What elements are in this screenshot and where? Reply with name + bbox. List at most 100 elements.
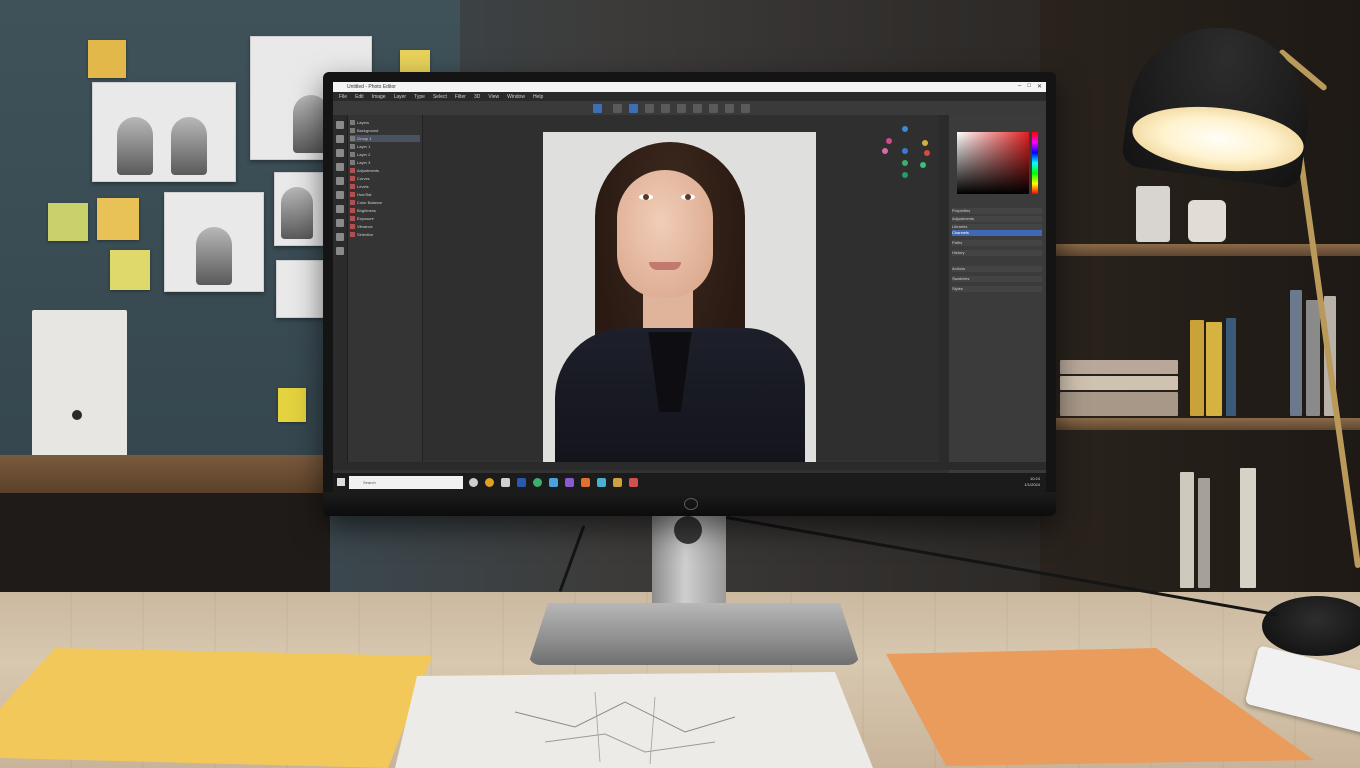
panel-row[interactable]: Adjustments bbox=[952, 216, 1042, 222]
tools-panel bbox=[333, 115, 348, 470]
menu-3d[interactable]: 3D bbox=[474, 94, 480, 100]
option-icon[interactable] bbox=[645, 104, 654, 113]
marquee-tool-icon[interactable] bbox=[336, 135, 344, 143]
app-icon[interactable] bbox=[597, 478, 606, 487]
panel-row[interactable]: Paths bbox=[952, 240, 1042, 246]
scene: Untitled - Photo Editor – □ ✕ File Edit … bbox=[0, 0, 1360, 768]
lasso-tool-icon[interactable] bbox=[336, 149, 344, 157]
app-icon[interactable] bbox=[565, 478, 574, 487]
layer-row[interactable]: Layer 1 bbox=[350, 143, 420, 150]
layer-row[interactable]: Curves bbox=[350, 175, 420, 182]
brush-tool-icon[interactable] bbox=[336, 191, 344, 199]
layer-label: Layer 3 bbox=[357, 160, 371, 165]
layer-row[interactable]: Color Balance bbox=[350, 199, 420, 206]
hue-slider[interactable] bbox=[1032, 132, 1038, 194]
layer-row[interactable]: Hue/Sat bbox=[350, 191, 420, 198]
layer-row-selected[interactable]: Group 1 bbox=[350, 135, 420, 142]
panel-row-selected[interactable]: Channels bbox=[952, 230, 1042, 236]
system-tray[interactable]: 10:24 1/1/2024 bbox=[1024, 476, 1040, 488]
navigation-gizmo[interactable] bbox=[878, 124, 933, 184]
book bbox=[1206, 322, 1222, 416]
option-icon[interactable] bbox=[725, 104, 734, 113]
menu-view[interactable]: View bbox=[488, 94, 499, 100]
taskbar-search[interactable]: Search bbox=[349, 476, 463, 489]
gizmo-dot bbox=[902, 126, 908, 132]
layers-panel: Layers Background Group 1 Layer 1 Layer … bbox=[348, 115, 423, 470]
layer-row[interactable]: Layers bbox=[350, 119, 420, 126]
menu-layer[interactable]: Layer bbox=[394, 94, 407, 100]
menu-file[interactable]: File bbox=[339, 94, 347, 100]
gradient-tool-icon[interactable] bbox=[336, 233, 344, 241]
layer-row[interactable]: Vibrance bbox=[350, 223, 420, 230]
window-controls: – □ ✕ bbox=[1018, 83, 1042, 90]
eyedropper-tool-icon[interactable] bbox=[336, 177, 344, 185]
menu-image[interactable]: Image bbox=[372, 94, 386, 100]
option-icon[interactable] bbox=[593, 104, 602, 113]
panel-row[interactable]: Styles bbox=[952, 286, 1042, 292]
option-icon[interactable] bbox=[661, 104, 670, 113]
app-icon[interactable] bbox=[613, 478, 622, 487]
menu-filter[interactable]: Filter bbox=[455, 94, 466, 100]
layer-label: Layer 2 bbox=[357, 152, 371, 157]
app-icon[interactable] bbox=[501, 478, 510, 487]
layer-row[interactable]: Brightness bbox=[350, 207, 420, 214]
layer-label: Selective bbox=[357, 232, 374, 237]
crop-tool-icon[interactable] bbox=[336, 163, 344, 171]
window-title: Untitled - Photo Editor bbox=[347, 84, 396, 90]
app-icon[interactable] bbox=[485, 478, 494, 487]
book bbox=[1240, 468, 1256, 588]
layer-label: Background bbox=[357, 128, 379, 133]
start-icon[interactable] bbox=[337, 478, 345, 486]
app-icon[interactable] bbox=[549, 478, 558, 487]
eraser-tool-icon[interactable] bbox=[336, 219, 344, 227]
menu-help[interactable]: Help bbox=[533, 94, 543, 100]
menu-type[interactable]: Type bbox=[414, 94, 425, 100]
option-icon[interactable] bbox=[677, 104, 686, 113]
layer-row[interactable]: Adjustments bbox=[350, 167, 420, 174]
menu-window[interactable]: Window bbox=[507, 94, 525, 100]
app-icon[interactable] bbox=[629, 478, 638, 487]
gizmo-dot bbox=[902, 172, 908, 178]
option-icon[interactable] bbox=[613, 104, 622, 113]
layer-row[interactable]: Layer 2 bbox=[350, 151, 420, 158]
sticky-note bbox=[48, 203, 88, 241]
layer-row[interactable]: Exposure bbox=[350, 215, 420, 222]
clone-tool-icon[interactable] bbox=[336, 205, 344, 213]
layer-row[interactable]: Layer 3 bbox=[350, 159, 420, 166]
app-icon[interactable] bbox=[533, 478, 542, 487]
layer-row[interactable]: Background bbox=[350, 127, 420, 134]
text-tool-icon[interactable] bbox=[336, 247, 344, 255]
side-desk bbox=[0, 455, 330, 493]
minimize-button[interactable]: – bbox=[1018, 83, 1021, 90]
panel-row[interactable]: Properties bbox=[952, 208, 1042, 214]
monitor-logo bbox=[684, 498, 698, 510]
panel-row[interactable]: Actions bbox=[952, 266, 1042, 272]
move-tool-icon[interactable] bbox=[336, 121, 344, 129]
app-icon[interactable] bbox=[517, 478, 526, 487]
book bbox=[1180, 472, 1194, 588]
menu-select[interactable]: Select bbox=[433, 94, 447, 100]
layer-row[interactable]: Selective bbox=[350, 231, 420, 238]
option-icon[interactable] bbox=[693, 104, 702, 113]
app-icon[interactable] bbox=[581, 478, 590, 487]
layer-label: Color Balance bbox=[357, 200, 383, 205]
app-icon[interactable] bbox=[469, 478, 478, 487]
close-button[interactable]: ✕ bbox=[1037, 83, 1042, 90]
panel-row[interactable]: History bbox=[952, 250, 1042, 256]
layer-label: Vibrance bbox=[357, 224, 373, 229]
color-picker[interactable] bbox=[957, 132, 1029, 194]
panel-row[interactable]: Swatches bbox=[952, 276, 1042, 282]
menu-bar: File Edit Image Layer Type Select Filter… bbox=[333, 92, 1046, 101]
monitor-screen: Untitled - Photo Editor – □ ✕ File Edit … bbox=[333, 82, 1046, 492]
book bbox=[1290, 290, 1302, 416]
layer-label: Group 1 bbox=[357, 136, 372, 141]
maximize-button[interactable]: □ bbox=[1027, 83, 1031, 90]
menu-edit[interactable]: Edit bbox=[355, 94, 364, 100]
book bbox=[1060, 392, 1178, 416]
option-icon[interactable] bbox=[741, 104, 750, 113]
option-icon[interactable] bbox=[629, 104, 638, 113]
portrait-photo[interactable] bbox=[543, 132, 816, 462]
option-icon[interactable] bbox=[709, 104, 718, 113]
layer-row[interactable]: Levels bbox=[350, 183, 420, 190]
vase bbox=[1188, 200, 1226, 242]
